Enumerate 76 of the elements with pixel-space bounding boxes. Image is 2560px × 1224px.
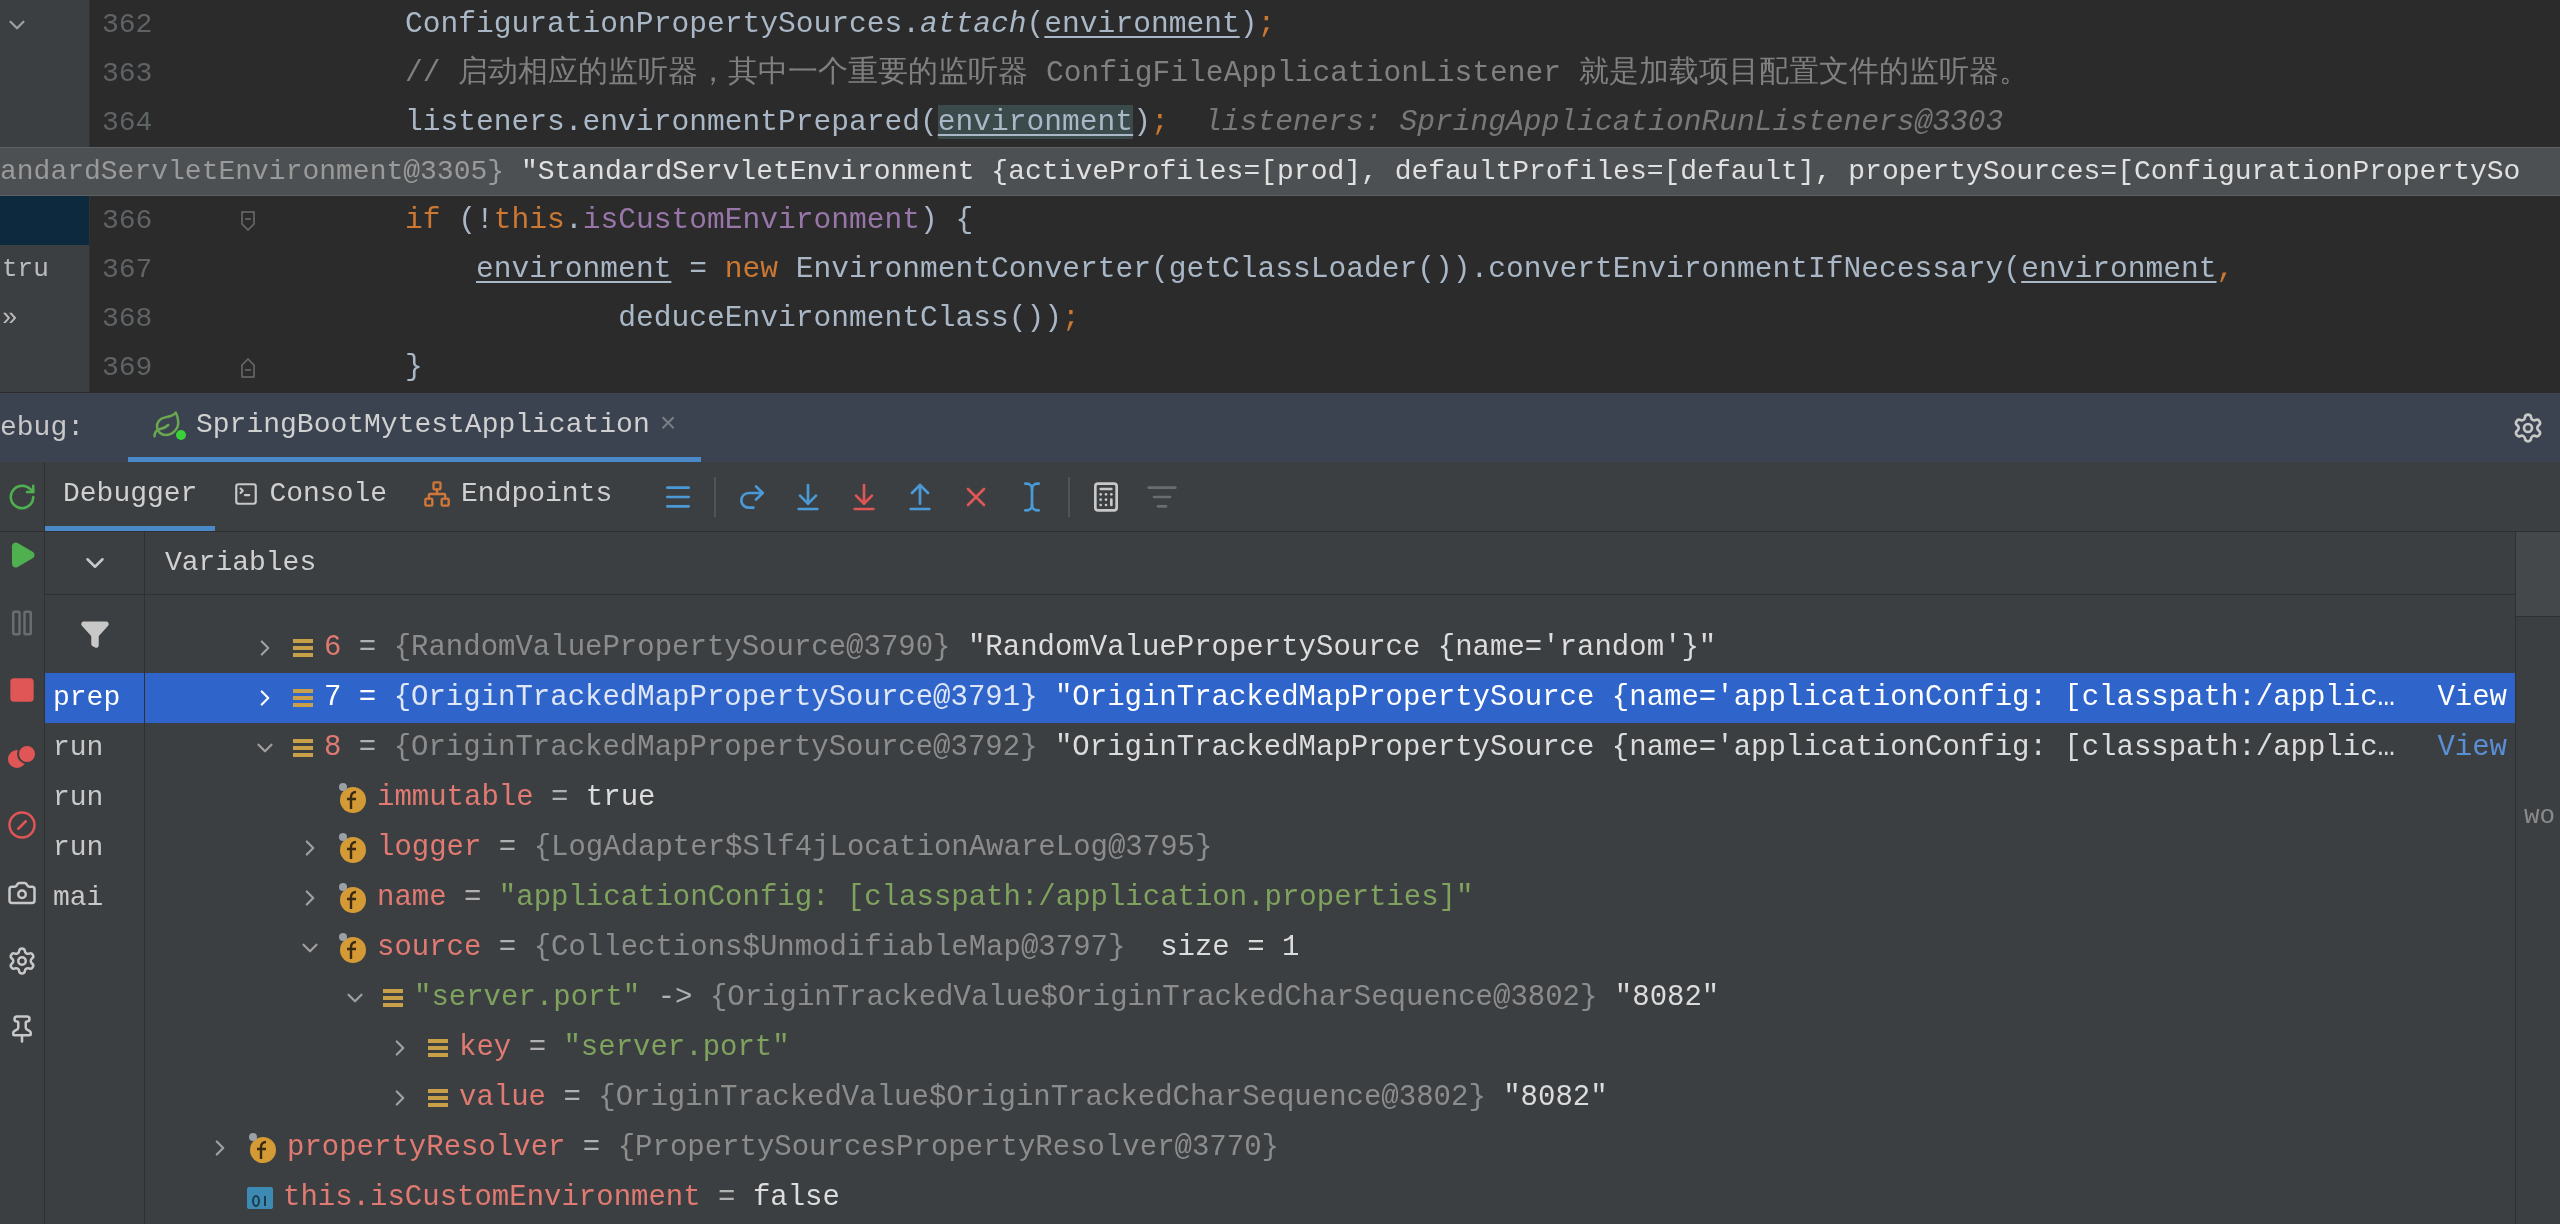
- code-line: // 启动相应的监听器，其中一个重要的监听器 ConfigFileApplicationListener 就是加载项目配置文件的监听器。: [405, 54, 2029, 93]
- variable-value: value = {OriginTrackedValue$OriginTrackedCharSequence@3802} "8082": [459, 1080, 1609, 1117]
- field-icon: [337, 882, 367, 914]
- network-icon: [423, 480, 452, 508]
- list-icon: [292, 637, 314, 659]
- panel-tab[interactable]: Endpoints: [405, 462, 631, 531]
- stack-frame[interactable]: run: [45, 823, 144, 873]
- value-tooltip: andardServletEnvironment@3305} "StandardServletEnvironment {activeProfiles=[prod], defaultProfiles=[default], propertySources=[ConfigurationPropertySo: [0, 147, 2560, 196]
- variable-value: 7 = {OriginTrackedMapPropertySource@3791} "OriginTrackedMapPropertySource {name='applicationConfig: [classpath:/applic…: [324, 680, 2396, 717]
- code-line: }: [405, 349, 423, 387]
- tree-row[interactable]: immutable = true: [145, 773, 2515, 823]
- view-link[interactable]: View: [2437, 676, 2507, 720]
- variables-title: Variables: [165, 546, 317, 580]
- variable-value: this.isCustomEnvironment = false: [283, 1180, 841, 1217]
- variable-value: "server.port" -> {OriginTrackedValue$OriginTrackedCharSequence@3802} "8082": [414, 980, 1721, 1017]
- field-icon: [337, 932, 367, 964]
- tree-row[interactable]: logger = {LogAdapter$Slf4jLocationAwareLog@3795}: [145, 823, 2515, 873]
- fold-icon[interactable]: [240, 356, 257, 379]
- stack-frame[interactable]: prep: [45, 673, 144, 723]
- code-line: environment = new EnvironmentConverter(getClassLoader()).convertEnvironmentIfNecessary(environment,: [475, 251, 2235, 289]
- leaf-icon: [152, 410, 186, 440]
- settings-icon[interactable]: [7, 946, 37, 976]
- code-line: listeners.environmentPrepared(environment); listeners: SpringApplicationRunListeners@3303: [405, 104, 2004, 142]
- session-tab[interactable]: SpringBootMytestApplication ×: [128, 393, 701, 462]
- variable-value: 6 = {RandomValuePropertySource@3790} "RandomValuePropertySource {name='random'}": [324, 630, 1718, 667]
- fold-icon[interactable]: [240, 209, 257, 232]
- variable-value: logger = {LogAdapter$Slf4jLocationAwareLog@3795}: [377, 830, 1214, 867]
- tree-row[interactable]: this.isCustomEnvironment = false: [145, 1173, 2515, 1223]
- tree-row[interactable]: propertyResolver = {PropertySourcesPropertyResolver@3770}: [145, 1123, 2515, 1173]
- panel-fragment: wo: [2523, 800, 2557, 833]
- line-number: 363: [102, 56, 153, 91]
- variable-value: 8 = {OriginTrackedMapPropertySource@3792} "OriginTrackedMapPropertySource {name='applicationConfig: [classpath:/applic…: [324, 730, 2396, 767]
- panel-tab[interactable]: Console: [215, 462, 406, 531]
- console-icon: [233, 481, 260, 507]
- stack-frame[interactable]: run: [45, 723, 144, 773]
- variable-value: key = "server.port": [459, 1030, 791, 1067]
- tree-row[interactable]: source = {Collections$UnmodifiableMap@3797} size = 1: [145, 923, 2515, 973]
- filter-icon[interactable]: [79, 619, 110, 649]
- settings-icon[interactable]: [2512, 411, 2544, 444]
- list-icon: [427, 1087, 449, 1109]
- tree-row[interactable]: value = {OriginTrackedValue$OriginTrackedCharSequence@3802} "8082": [145, 1073, 2515, 1123]
- tree-row[interactable]: key = "server.port": [145, 1023, 2515, 1073]
- list-icon: [292, 737, 314, 759]
- list-icon: [427, 1037, 449, 1059]
- view-link[interactable]: View: [2437, 726, 2507, 770]
- line-number: 366: [102, 203, 153, 238]
- tree-row[interactable]: 7 = {OriginTrackedMapPropertySource@3791} "OriginTrackedMapPropertySource {name='applicationConfig: [classpath:/applic… View: [145, 673, 2515, 723]
- tree-row[interactable]: "server.port" -> {OriginTrackedValue$OriginTrackedCharSequence@3802} "8082": [145, 973, 2515, 1023]
- panel-label: ebug:: [0, 410, 84, 445]
- variable-value: name = "applicationConfig: [classpath:/application.properties]": [377, 880, 1475, 917]
- stack-frame[interactable]: run: [45, 773, 144, 823]
- stack-frame[interactable]: mai: [45, 873, 144, 923]
- mute-breakpoints-icon[interactable]: [7, 810, 37, 840]
- code-line: if (!this.isCustomEnvironment) {: [405, 202, 974, 240]
- stop-icon[interactable]: [8, 676, 36, 704]
- primitive-icon: [247, 1187, 273, 1209]
- list-icon: [292, 687, 314, 709]
- sidebar-label[interactable]: »: [2, 299, 18, 338]
- code-line: deduceEnvironmentClass());: [617, 300, 1080, 338]
- field-icon: [247, 1132, 277, 1164]
- tree-row[interactable]: 6 = {RandomValuePropertySource@3790} "RandomValuePropertySource {name='random'}": [145, 623, 2515, 673]
- line-number: 364: [102, 105, 153, 140]
- line-number: 369: [102, 350, 153, 385]
- list-icon: [382, 987, 404, 1009]
- tree-row[interactable]: name = "applicationConfig: [classpath:/application.properties]": [145, 873, 2515, 923]
- line-number: 367: [102, 252, 153, 287]
- field-icon: [337, 782, 367, 814]
- sidebar-label[interactable]: tru: [2, 250, 49, 289]
- tree-row[interactable]: 8 = {OriginTrackedMapPropertySource@3792} "OriginTrackedMapPropertySource {name='applicationConfig: [classpath:/applic… View: [145, 723, 2515, 773]
- code-line: ConfigurationPropertySources.attach(environment);: [405, 6, 1276, 44]
- variable-value: source = {Collections$UnmodifiableMap@3797} size = 1: [377, 930, 1301, 967]
- variable-value: immutable = true: [377, 780, 657, 817]
- line-number: 362: [102, 7, 153, 42]
- line-number: 368: [102, 301, 153, 336]
- variable-value: propertyResolver = {PropertySourcesPropertyResolver@3770}: [287, 1130, 1280, 1167]
- field-icon: [337, 832, 367, 864]
